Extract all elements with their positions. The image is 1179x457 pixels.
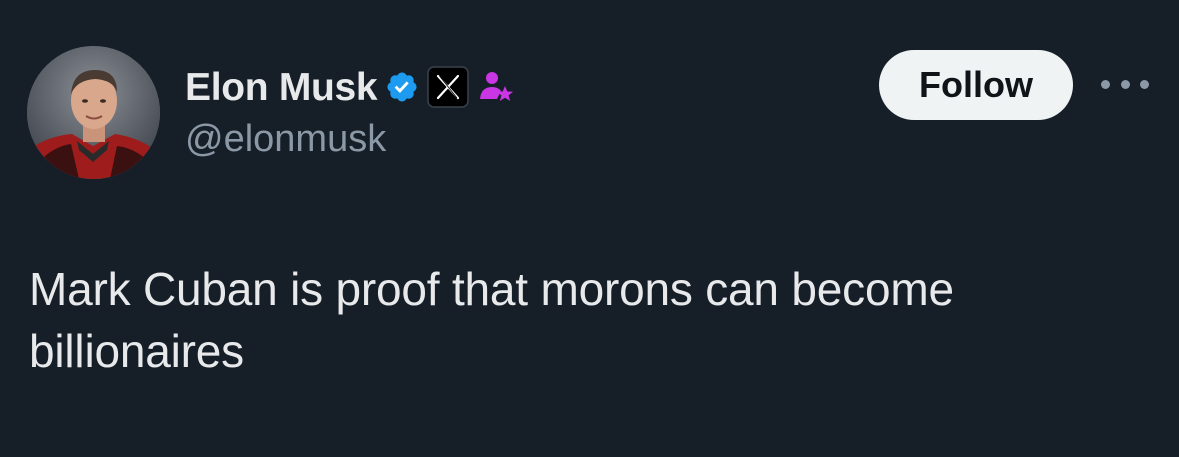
author-avatar[interactable] — [27, 46, 160, 179]
more-options-icon[interactable] — [1101, 72, 1149, 96]
more-dot — [1120, 79, 1130, 89]
follow-button[interactable]: Follow — [879, 50, 1073, 120]
more-dot — [1101, 79, 1110, 89]
tweet-text: Mark Cuban is proof that morons can beco… — [29, 263, 954, 377]
author-name-row: Elon Musk — [185, 62, 517, 112]
x-affiliate-badge-icon[interactable] — [427, 66, 470, 108]
tweet-card: Elon Musk @elonmusk Follow Mark Cuban is… — [0, 0, 1179, 457]
creator-star-badge-icon[interactable] — [477, 67, 517, 107]
verified-badge-icon[interactable] — [385, 70, 419, 104]
author-display-name[interactable]: Elon Musk — [185, 68, 378, 107]
more-dot — [1140, 79, 1149, 89]
author-handle[interactable]: @elonmusk — [185, 120, 386, 158]
avatar-image — [27, 46, 160, 179]
